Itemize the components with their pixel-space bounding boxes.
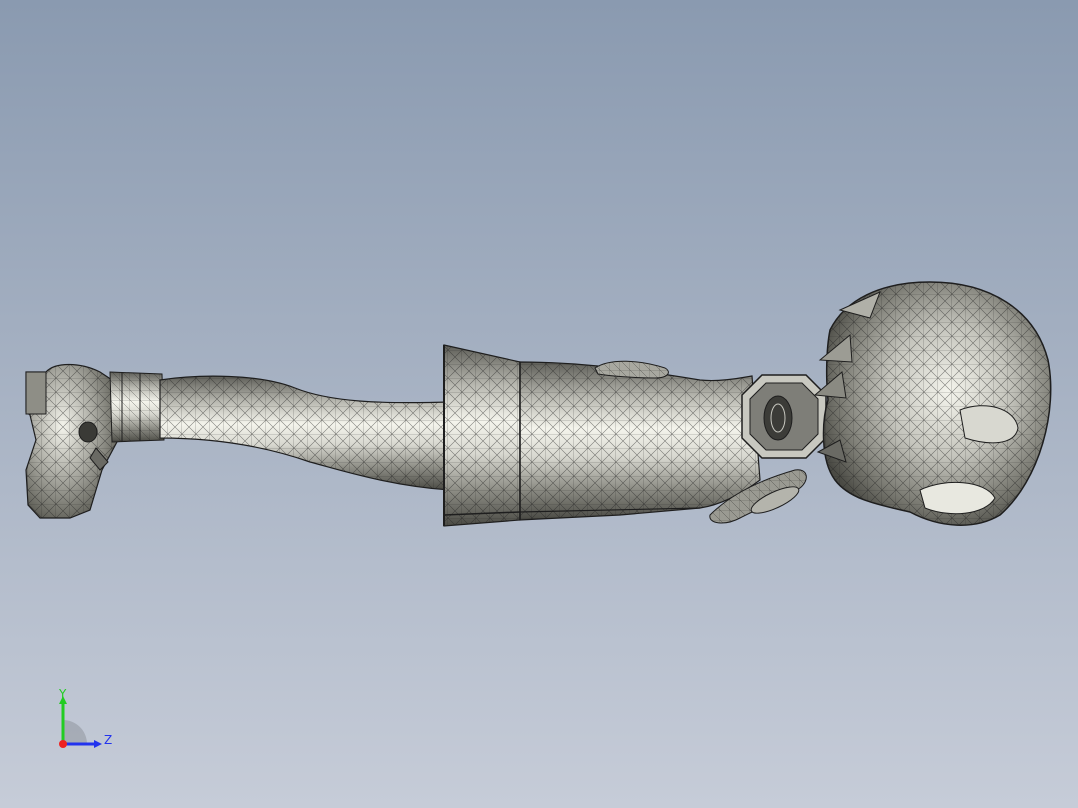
y-axis-label: Y: [58, 687, 67, 701]
upper-arm-part[interactable]: [594, 360, 669, 379]
model-view[interactable]: [0, 0, 1078, 808]
z-axis-label: Z: [104, 733, 112, 747]
ankle-joint[interactable]: [109, 371, 165, 443]
3d-viewport[interactable]: Y Z: [0, 0, 1078, 808]
leg-part[interactable]: [159, 375, 451, 491]
triad-quadrant: [63, 720, 87, 744]
coordinate-triad: Y Z: [58, 687, 112, 748]
head-part[interactable]: [813, 280, 1060, 540]
hip-part[interactable]: [443, 344, 521, 527]
torso-part[interactable]: [519, 361, 761, 521]
z-axis-arrowhead: [94, 740, 102, 748]
x-axis-icon: [59, 740, 67, 748]
neck-socket[interactable]: [741, 374, 827, 459]
foot-part[interactable]: [25, 363, 119, 519]
